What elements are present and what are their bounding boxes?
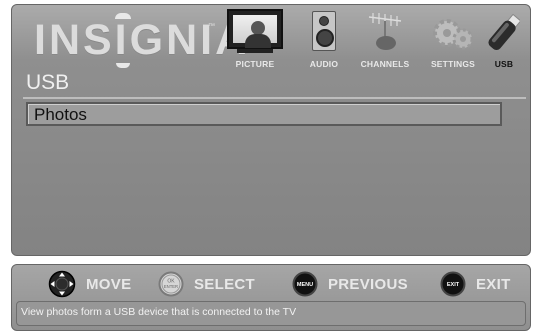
- tab-audio-label: AUDIO: [309, 59, 339, 69]
- exit-button-icon: EXIT: [440, 271, 466, 297]
- help-bar: MOVE OK ENTER SELECT MENU PREVIOUS EXIT: [11, 264, 531, 331]
- svg-text:EXIT: EXIT: [447, 282, 460, 288]
- main-menu-panel: INSIGNIA ™ PICTURE AUDIO CHANNELS SETTIN…: [11, 4, 531, 256]
- tab-usb-label: USB: [494, 59, 514, 69]
- trademark-symbol: ™: [208, 23, 215, 30]
- brand-logo: INSIGNIA: [34, 16, 250, 64]
- tab-channels-label: CHANNELS: [360, 59, 410, 69]
- ok-enter-icon: OK ENTER: [158, 271, 184, 297]
- logo-accent-bottom: [116, 63, 130, 68]
- usb-drive-icon: [488, 13, 520, 51]
- menu-header: INSIGNIA ™ PICTURE AUDIO CHANNELS SETTIN…: [12, 5, 530, 69]
- dpad-icon: [48, 270, 76, 298]
- hint-select: OK ENTER SELECT: [158, 270, 255, 298]
- hint-exit: EXIT EXIT: [440, 270, 511, 298]
- button-hints: MOVE OK ENTER SELECT MENU PREVIOUS EXIT: [12, 265, 530, 303]
- tv-picture-icon: [227, 9, 283, 49]
- menu-button-icon: MENU: [292, 271, 318, 297]
- svg-text:ENTER: ENTER: [164, 284, 178, 289]
- tab-picture[interactable]: PICTURE: [220, 5, 290, 69]
- hint-move: MOVE: [48, 270, 131, 298]
- menu-item-label: Photos: [34, 105, 87, 124]
- gears-icon: [433, 19, 474, 50]
- tab-settings[interactable]: SETTINGS: [422, 5, 484, 69]
- hint-exit-label: EXIT: [476, 275, 511, 293]
- help-description-box: View photos form a USB device that is co…: [16, 301, 526, 326]
- tab-channels[interactable]: CHANNELS: [350, 5, 420, 69]
- section-title: USB: [26, 71, 70, 94]
- speaker-icon: [312, 11, 336, 51]
- help-description: View photos form a USB device that is co…: [21, 306, 297, 318]
- hint-select-label: SELECT: [194, 275, 255, 293]
- tab-picture-label: PICTURE: [235, 59, 275, 69]
- svg-text:MENU: MENU: [297, 282, 313, 288]
- tab-usb[interactable]: USB: [482, 5, 526, 69]
- hint-move-label: MOVE: [86, 275, 132, 293]
- tab-audio[interactable]: AUDIO: [298, 5, 350, 69]
- antenna-icon: [368, 13, 402, 50]
- section-divider: [23, 97, 526, 99]
- tab-settings-label: SETTINGS: [430, 59, 476, 69]
- menu-item-photos[interactable]: Photos: [26, 102, 502, 126]
- hint-previous-label: PREVIOUS: [328, 275, 408, 293]
- hint-previous: MENU PREVIOUS: [292, 270, 408, 298]
- tv-stand-shape: [237, 49, 273, 53]
